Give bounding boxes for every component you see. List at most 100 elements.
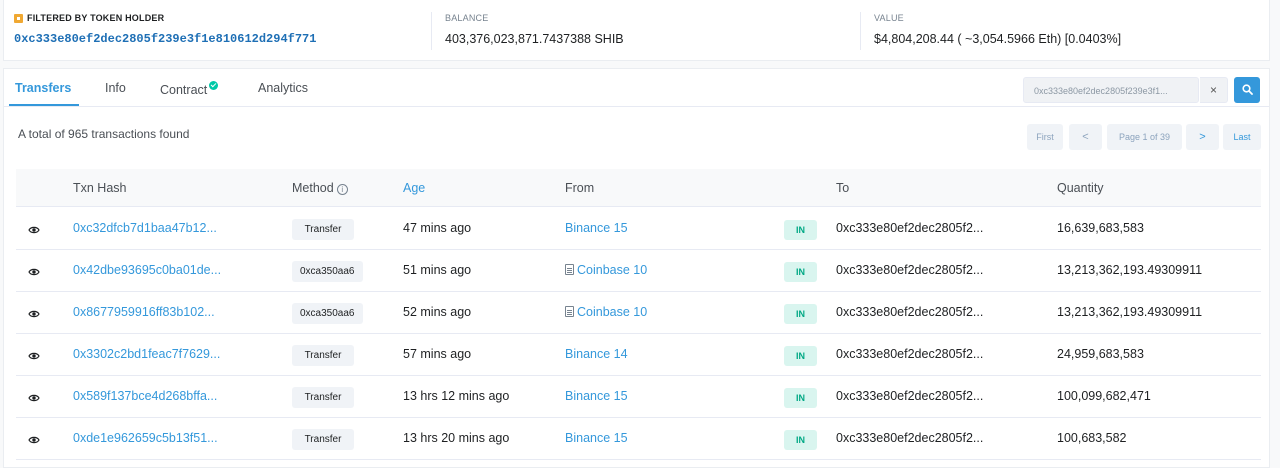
to-address: 0xc333e80ef2dec2805f2... (836, 347, 984, 361)
from-label: Binance 15 (565, 431, 628, 445)
filter-holder-block: FILTERED BY TOKEN HOLDER 0xc333e80ef2dec… (14, 13, 316, 46)
filter-label: FILTERED BY TOKEN HOLDER (14, 13, 316, 23)
table-row: 0x589f137bce4d268bffa... Transfer 13 hrs 1… (16, 376, 1261, 418)
quantity-value: 100,683,582 (1057, 431, 1127, 445)
to-address: 0xc333e80ef2dec2805f2... (836, 431, 984, 445)
contract-doc-icon (565, 264, 574, 275)
table-row: 0x42dbe93695c0ba01de... 0xca350aa6 51 mins… (16, 250, 1261, 292)
method-badge: Transfer (292, 345, 354, 366)
search-button[interactable] (1234, 77, 1260, 103)
age-text: 13 hrs 20 mins ago (403, 431, 510, 445)
quantity-value: 24,959,683,583 (1057, 347, 1144, 361)
quantity-value: 16,639,683,583 (1057, 221, 1144, 235)
from-label: Binance 15 (565, 389, 628, 403)
txn-hash-link[interactable]: 0x3302c2bd1feac7f7629... (73, 347, 220, 361)
age-text: 13 hrs 12 mins ago (403, 389, 510, 403)
from-label: Binance 15 (565, 221, 628, 235)
tab-info[interactable]: Info (105, 81, 126, 95)
method-badge: 0xca350aa6 (292, 261, 363, 282)
to-address: 0xc333e80ef2dec2805f2... (836, 389, 984, 403)
tab-transfers[interactable]: Transfers (15, 81, 71, 95)
col-txn-hash: Txn Hash (73, 181, 127, 195)
holder-address-link[interactable]: 0xc333e80ef2dec2805f239e3f1e810612d294f7… (14, 32, 316, 46)
method-badge: Transfer (292, 429, 354, 450)
total-transactions-text: A total of 965 transactions found (18, 127, 190, 141)
eye-icon[interactable] (28, 349, 40, 361)
page-prev-button[interactable]: < (1069, 124, 1102, 150)
col-method-label: Method (292, 181, 334, 195)
balance-value: 403,376,023,871.7437388 SHIB (445, 32, 624, 46)
to-address: 0xc333e80ef2dec2805f2... (836, 305, 984, 319)
from-label: Coinbase 10 (577, 263, 648, 277)
txn-hash-link[interactable]: 0x42dbe93695c0ba01de... (73, 263, 221, 277)
divider (431, 12, 432, 50)
col-from: From (565, 181, 595, 195)
method-badge: 0xca350aa6 (292, 303, 363, 324)
age-text: 52 mins ago (403, 305, 472, 319)
filter-icon (14, 13, 23, 23)
eye-icon[interactable] (28, 223, 40, 235)
info-icon[interactable]: i (336, 184, 348, 195)
age-text: 47 mins ago (403, 221, 472, 235)
tab-contract[interactable]: Contract (160, 81, 219, 97)
table-row: 0x8677959916ff83b102... 0xca350aa6 52 mins… (16, 292, 1261, 334)
tab-analytics[interactable]: Analytics (258, 81, 308, 95)
from-link[interactable]: Binance 15 (565, 221, 628, 235)
table-row: 0xde1e962659c5b13f51... Transfer 13 hrs 20… (16, 418, 1261, 460)
from-label: Binance 14 (565, 347, 628, 361)
age-text: 57 mins ago (403, 347, 472, 361)
col-age[interactable]: Age (403, 181, 425, 195)
col-method: Method i (292, 181, 348, 195)
active-tab-underline (9, 104, 79, 106)
direction-badge: IN (784, 430, 817, 450)
method-badge: Transfer (292, 387, 354, 408)
clear-filter-button[interactable]: × (1200, 77, 1228, 103)
from-link[interactable]: Binance 14 (565, 347, 628, 361)
direction-badge: IN (784, 304, 817, 324)
from-link[interactable]: Coinbase 10 (565, 305, 647, 319)
transfers-card: Transfers Info Contract Analytics 0xc333… (3, 68, 1270, 468)
txn-hash-link[interactable]: 0x8677959916ff83b102... (73, 305, 215, 319)
from-label: Coinbase 10 (577, 305, 648, 319)
value-block: VALUE $4,804,208.44 ( ~3,054.5966 Eth) [… (874, 13, 1121, 46)
direction-badge: IN (784, 262, 817, 282)
eye-icon[interactable] (28, 391, 40, 403)
from-link[interactable]: Binance 15 (565, 389, 628, 403)
age-text: 51 mins ago (403, 263, 472, 277)
from-link[interactable]: Binance 15 (565, 431, 628, 445)
eye-icon[interactable] (28, 307, 40, 319)
from-link[interactable]: Coinbase 10 (565, 263, 647, 277)
txn-hash-link[interactable]: 0xde1e962659c5b13f51... (73, 431, 218, 445)
direction-badge: IN (784, 220, 817, 240)
balance-block: BALANCE 403,376,023,871.7437388 SHIB (445, 13, 624, 46)
col-quantity: Quantity (1057, 181, 1104, 195)
quantity-value: 100,099,682,471 (1057, 389, 1151, 403)
method-badge: Transfer (292, 219, 354, 240)
col-to: To (836, 181, 850, 195)
txn-hash-link[interactable]: 0xc32dfcb7d1baa47b12... (73, 221, 217, 235)
verified-check-icon (209, 81, 219, 90)
address-filter-input[interactable]: 0xc333e80ef2dec2805f239e3f1... (1023, 77, 1199, 103)
quantity-value: 13,213,362,193.49309911 (1057, 263, 1203, 277)
page-last-button[interactable]: Last (1223, 124, 1261, 150)
table-header: Txn Hash Method i Age From To Quantity (16, 169, 1261, 207)
page-first-button[interactable]: First (1027, 124, 1063, 150)
page-indicator: Page 1 of 39 (1107, 124, 1182, 150)
eye-icon[interactable] (28, 433, 40, 445)
to-address: 0xc333e80ef2dec2805f2... (836, 221, 984, 235)
quantity-value: 13,213,362,193.49309911 (1057, 305, 1203, 319)
to-address: 0xc333e80ef2dec2805f2... (836, 263, 984, 277)
txn-hash-link[interactable]: 0x589f137bce4d268bffa... (73, 389, 217, 403)
contract-doc-icon (565, 306, 574, 317)
filter-label-text: FILTERED BY TOKEN HOLDER (27, 13, 165, 23)
search-icon (1242, 84, 1253, 95)
tab-contract-label: Contract (160, 83, 208, 97)
value-amount: $4,804,208.44 ( ~3,054.5966 Eth) [0.0403… (874, 32, 1122, 46)
eye-icon[interactable] (28, 265, 40, 277)
divider (860, 12, 861, 50)
table-row: 0x3302c2bd1feac7f7629... Transfer 57 mins … (16, 334, 1261, 376)
table-row: 0xc32dfcb7d1baa47b12... Transfer 47 mins a… (16, 208, 1261, 250)
direction-badge: IN (784, 388, 817, 408)
balance-label: BALANCE (445, 13, 489, 23)
page-next-button[interactable]: > (1186, 124, 1219, 150)
